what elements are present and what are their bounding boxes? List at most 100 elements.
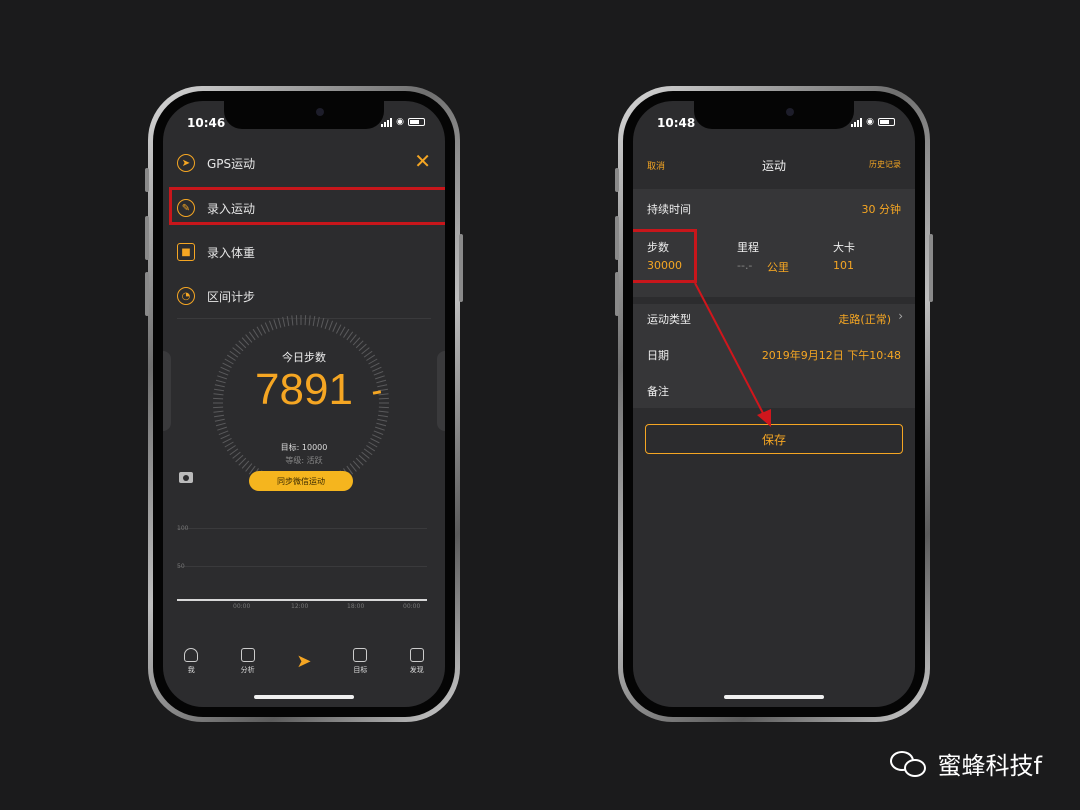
status-icons: ◉: [851, 117, 895, 127]
camera-icon[interactable]: [179, 472, 193, 483]
bar-chart-icon: [240, 648, 255, 662]
ring-tick: [214, 414, 225, 418]
ring-tick: [349, 334, 357, 343]
tab-me[interactable]: 我: [171, 648, 211, 675]
ring-tick: [238, 340, 247, 349]
gridline: [177, 566, 427, 567]
y-tick-50: 50: [177, 563, 185, 570]
sport-type-value[interactable]: 走路(正常): [838, 311, 891, 327]
menu-label: GPS运动: [207, 156, 256, 171]
ring-tick: [217, 426, 227, 431]
calories-label: 大卡: [833, 241, 855, 254]
side-button: [145, 168, 149, 192]
ring-tick: [332, 322, 338, 332]
watermark-text: 蜜蜂科技f: [937, 752, 1042, 780]
history-button[interactable]: 历史记录: [869, 159, 901, 170]
save-button[interactable]: 保存: [645, 424, 903, 454]
distance-value[interactable]: --.-: [737, 259, 752, 272]
ring-tick: [241, 337, 250, 346]
home-indicator[interactable]: [254, 695, 354, 699]
tab-discover[interactable]: 发现: [397, 648, 437, 675]
menu-item-log-weight[interactable]: ■ 录入体重: [177, 232, 431, 272]
ring-tick: [352, 337, 361, 346]
wifi-icon: ◉: [866, 117, 874, 127]
x-tick: 00:00: [233, 603, 251, 610]
red-highlight-box: [633, 229, 697, 283]
ring-tick: [346, 331, 354, 341]
x-tick: 12:00: [291, 603, 309, 610]
power-button: [459, 234, 463, 302]
activity-level: 等级: 活跃: [285, 456, 323, 465]
ring-tick: [376, 422, 387, 427]
ring-tick: [308, 315, 311, 326]
distance-label: 里程: [737, 241, 759, 254]
ring-tick: [328, 320, 334, 331]
ring-tick: [295, 315, 298, 326]
side-button: [615, 168, 619, 192]
steps-goal: 目标: 10000: [280, 443, 328, 452]
volume-up-button: [615, 216, 619, 260]
wifi-icon: ◉: [396, 117, 404, 127]
tab-bar: 我 分析 ➤ 目标 发现: [163, 635, 445, 675]
person-icon: [184, 648, 199, 662]
ring-tick: [218, 430, 229, 436]
sync-wechat-button[interactable]: 同步微信运动: [249, 471, 353, 491]
ring-tick: [339, 326, 346, 336]
tab-label: 目标: [353, 666, 368, 674]
left-screen: 10:46 ◉ ✕ ➤ GPS运动 ✎ 录入运动 ■ 录入体重 ◔ 区间计步 今…: [163, 101, 445, 707]
note-label: 备注: [647, 385, 669, 398]
ring-tick: [214, 418, 225, 422]
ring-tick: [215, 422, 226, 427]
speedometer-icon: ◔: [177, 287, 195, 305]
volume-down-button: [615, 272, 619, 316]
chevron-right-icon: ›: [898, 309, 903, 323]
watermark: 蜜蜂科技f: [889, 746, 1042, 781]
signal-icon: [851, 117, 863, 127]
signal-icon: [381, 117, 393, 127]
ring-tick: [304, 315, 307, 326]
tab-goal[interactable]: 目标: [340, 648, 380, 675]
x-tick: 00:00: [403, 603, 421, 610]
shoe-icon: ➤: [296, 651, 312, 672]
ring-tick: [220, 434, 230, 440]
volume-up-button: [145, 216, 149, 260]
today-steps-label: 今日步数: [282, 351, 326, 364]
battery-icon: [878, 118, 895, 126]
date-label: 日期: [647, 349, 669, 362]
ring-tick: [256, 326, 263, 336]
y-tick-100: 100: [177, 525, 189, 532]
menu-item-gps[interactable]: ➤ GPS运动: [177, 143, 431, 183]
home-indicator[interactable]: [724, 695, 824, 699]
ring-tick: [343, 328, 350, 338]
left-phone: 10:46 ◉ ✕ ➤ GPS运动 ✎ 录入运动 ■ 录入体重 ◔ 区间计步 今…: [145, 86, 463, 722]
ring-tick: [335, 324, 342, 334]
ring-tick: [260, 324, 267, 334]
tab-label: 发现: [409, 666, 424, 674]
ring-tick: [273, 319, 278, 329]
tab-exercise[interactable]: ➤: [284, 652, 324, 675]
menu-label: 录入体重: [207, 245, 256, 260]
battery-icon: [408, 118, 425, 126]
ring-tick: [316, 316, 320, 327]
scale-icon: ■: [177, 243, 195, 261]
sport-type-label: 运动类型: [647, 313, 691, 326]
menu-item-interval-steps[interactable]: ◔ 区间计步: [177, 276, 431, 316]
status-time: 10:46: [187, 116, 226, 130]
duration-value[interactable]: 30 分钟: [862, 201, 902, 217]
ring-tick: [268, 320, 274, 331]
ring-tick: [377, 414, 388, 418]
ring-tick: [291, 315, 294, 326]
calories-value[interactable]: 101: [833, 259, 854, 272]
dice-icon: [409, 648, 424, 662]
gridline: [177, 528, 427, 529]
ring-tick: [282, 316, 286, 327]
tab-analysis[interactable]: 分析: [228, 648, 268, 675]
ring-tick: [277, 317, 282, 328]
date-value[interactable]: 2019年9月12日 下午10:48: [762, 347, 901, 363]
notch: [694, 101, 854, 129]
duration-label: 持续时间: [647, 203, 691, 216]
right-phone: 10:48 ◉ 取消 运动 历史记录 持续时间 30 分钟 步数 30000 里…: [615, 86, 933, 722]
checkbox-icon: [353, 648, 368, 662]
ring-tick: [372, 434, 382, 440]
status-time: 10:48: [657, 116, 696, 130]
